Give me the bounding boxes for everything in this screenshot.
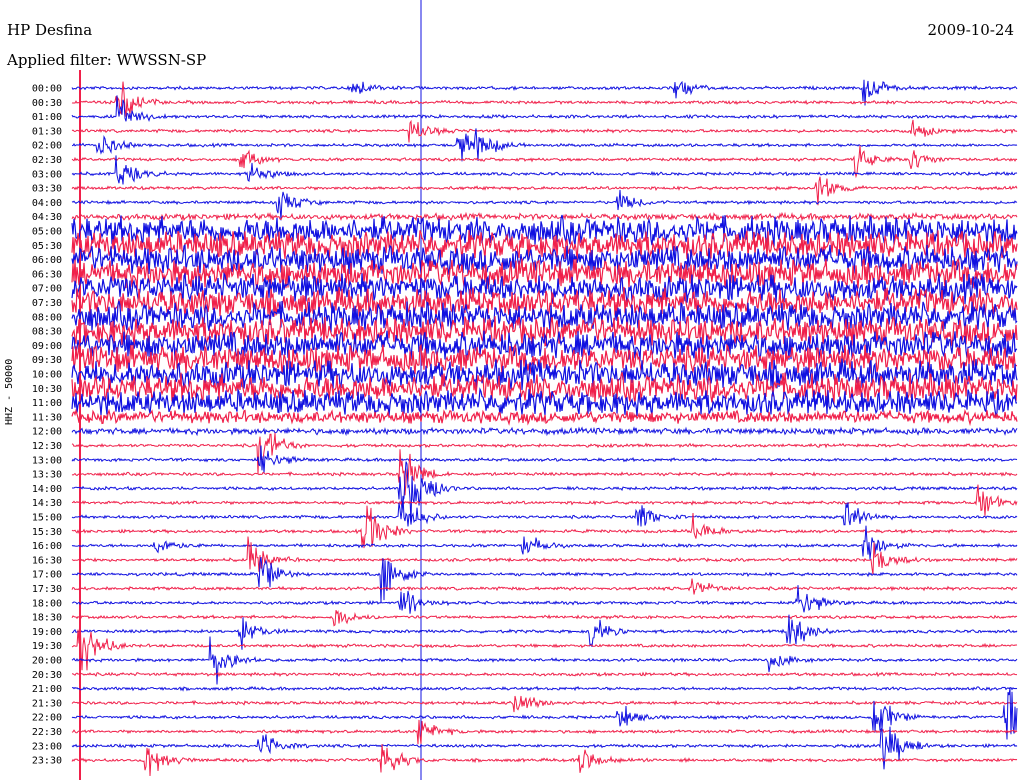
row-label: 23:00 [32,741,62,752]
trace-row-0130 [71,119,1018,143]
seismogram-chart: 00:00 00:30 01:00 01:30 02:00 02:30 03:00 03:30… [32,0,1018,780]
row-label: 22:00 [32,713,62,724]
row-label: 09:00 [32,341,62,352]
trace-row-2330 [71,744,1018,777]
trace-row-2300 [71,726,1018,770]
trace-row-0230 [71,145,1018,179]
row-label: 19:30 [32,641,62,652]
row-label: 10:30 [32,384,62,395]
row-label: 05:30 [32,241,62,252]
trace-row-2100 [71,685,1018,692]
trace-row-0100 [71,95,1018,122]
traces-group [71,79,1018,777]
row-label: 08:30 [32,327,62,338]
row-label: 03:30 [32,184,62,195]
row-label: 01:30 [32,126,62,137]
row-label: 10:00 [32,370,62,381]
row-label: 23:30 [32,756,62,767]
row-label: 02:30 [32,155,62,166]
row-label: 16:30 [32,555,62,566]
row-label: 06:30 [32,269,62,280]
row-label: 08:00 [32,312,62,323]
row-label: 13:30 [32,470,62,481]
row-label: 17:30 [32,584,62,595]
row-label: 07:00 [32,284,62,295]
row-label: 04:30 [32,212,62,223]
trace-row-1500 [71,495,1018,527]
row-label: 14:30 [32,498,62,509]
row-label: 05:00 [32,227,62,238]
row-label: 12:30 [32,441,62,452]
row-labels-group: 00:00 00:30 01:00 01:30 02:00 02:30 03:00 03:30… [32,84,62,767]
row-label: 03:00 [32,169,62,180]
trace-row-2130 [71,695,1018,713]
trace-row-1630 [71,536,1018,575]
trace-row-1700 [71,557,1018,603]
row-label: 15:00 [32,513,62,524]
trace-row-1830 [71,609,1018,627]
row-label: 09:30 [32,355,62,366]
row-label: 11:00 [32,398,62,409]
trace-row-0430 [71,211,1018,222]
row-label: 11:30 [32,412,62,423]
row-label: 13:00 [32,455,62,466]
row-label: 01:00 [32,112,62,123]
row-label: 20:00 [32,656,62,667]
row-label: 00:00 [32,84,62,95]
row-label: 22:30 [32,727,62,738]
row-label: 00:30 [32,98,62,109]
trace-row-2000 [71,636,1018,685]
row-label: 18:00 [32,598,62,609]
trace-row-1530 [71,505,1018,549]
row-label: 06:00 [32,255,62,266]
row-label: 18:30 [32,613,62,624]
trace-row-1230 [71,432,1018,475]
row-label: 12:00 [32,427,62,438]
trace-row-1400 [72,461,1018,524]
row-label: 15:30 [32,527,62,538]
row-label: 16:00 [32,541,62,552]
row-label: 19:00 [32,627,62,638]
trace-row-1730 [71,578,1018,595]
row-label: 14:00 [32,484,62,495]
row-label: 04:00 [32,198,62,209]
row-label: 21:00 [32,684,62,695]
row-label: 07:30 [32,298,62,309]
trace-row-1300 [71,445,1018,474]
trace-row-0330 [71,176,1018,206]
trace-row-1900 [71,614,1018,650]
trace-row-2030 [71,671,1017,678]
trace-row-1200 [71,426,1018,437]
row-label: 02:00 [32,141,62,152]
row-label: 20:30 [32,670,62,681]
row-label: 17:00 [32,570,62,581]
row-label: 21:30 [32,698,62,709]
